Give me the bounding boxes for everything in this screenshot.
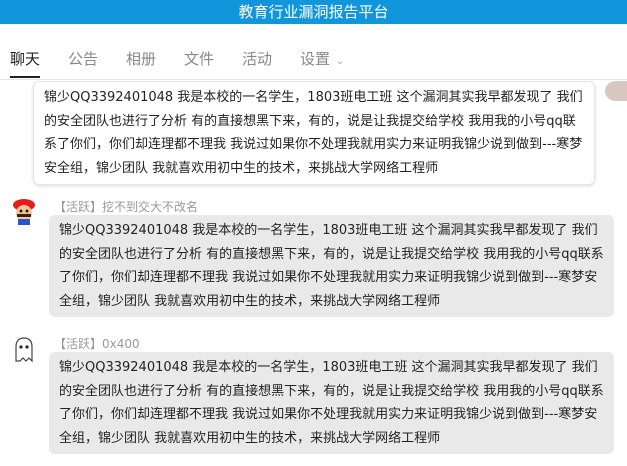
active-tag: 【活跃】 [54, 200, 103, 214]
sender-line: 【活跃】挖不到交大不改名 [54, 198, 198, 215]
sender-line: 【活跃】0x400 [54, 335, 140, 352]
message-bubble: 锦少QQ3392401048 我是本校的一名学生，1803班电工班 这个漏洞其实… [49, 352, 614, 454]
tab-activities[interactable]: 活动 [242, 48, 272, 78]
chevron-down-icon: ⌄ [336, 56, 345, 67]
sender-name[interactable]: 挖不到交大不改名 [102, 200, 198, 214]
message-bubble-self: 锦少QQ3392401048 我是本校的一名学生，1803班电工班 这个漏洞其实… [33, 81, 595, 185]
message-bubble: 锦少QQ3392401048 我是本校的一名学生，1803班电工班 这个漏洞其实… [49, 215, 614, 317]
tab-announcements[interactable]: 公告 [68, 48, 98, 78]
tab-settings-label: 设置 [300, 50, 331, 68]
chat-messages[interactable]: 锦少QQ3392401048 我是本校的一名学生，1803班电工班 这个漏洞其实… [0, 81, 627, 466]
tab-settings[interactable]: 设置 ⌄ [300, 48, 344, 78]
tab-chat[interactable]: 聊天 [10, 48, 41, 78]
ghost-avatar-icon[interactable] [10, 335, 38, 363]
mario-avatar-icon[interactable] [10, 197, 38, 225]
tab-album[interactable]: 相册 [126, 48, 156, 78]
self-avatar[interactable] [605, 81, 627, 101]
tab-bar: 聊天 公告 相册 文件 活动 设置 ⌄ [0, 38, 627, 80]
sender-name[interactable]: 0x400 [102, 337, 140, 351]
tab-files[interactable]: 文件 [184, 48, 214, 78]
active-tag: 【活跃】 [54, 337, 103, 351]
app-title: 教育行业漏洞报告平台 [0, 0, 627, 24]
